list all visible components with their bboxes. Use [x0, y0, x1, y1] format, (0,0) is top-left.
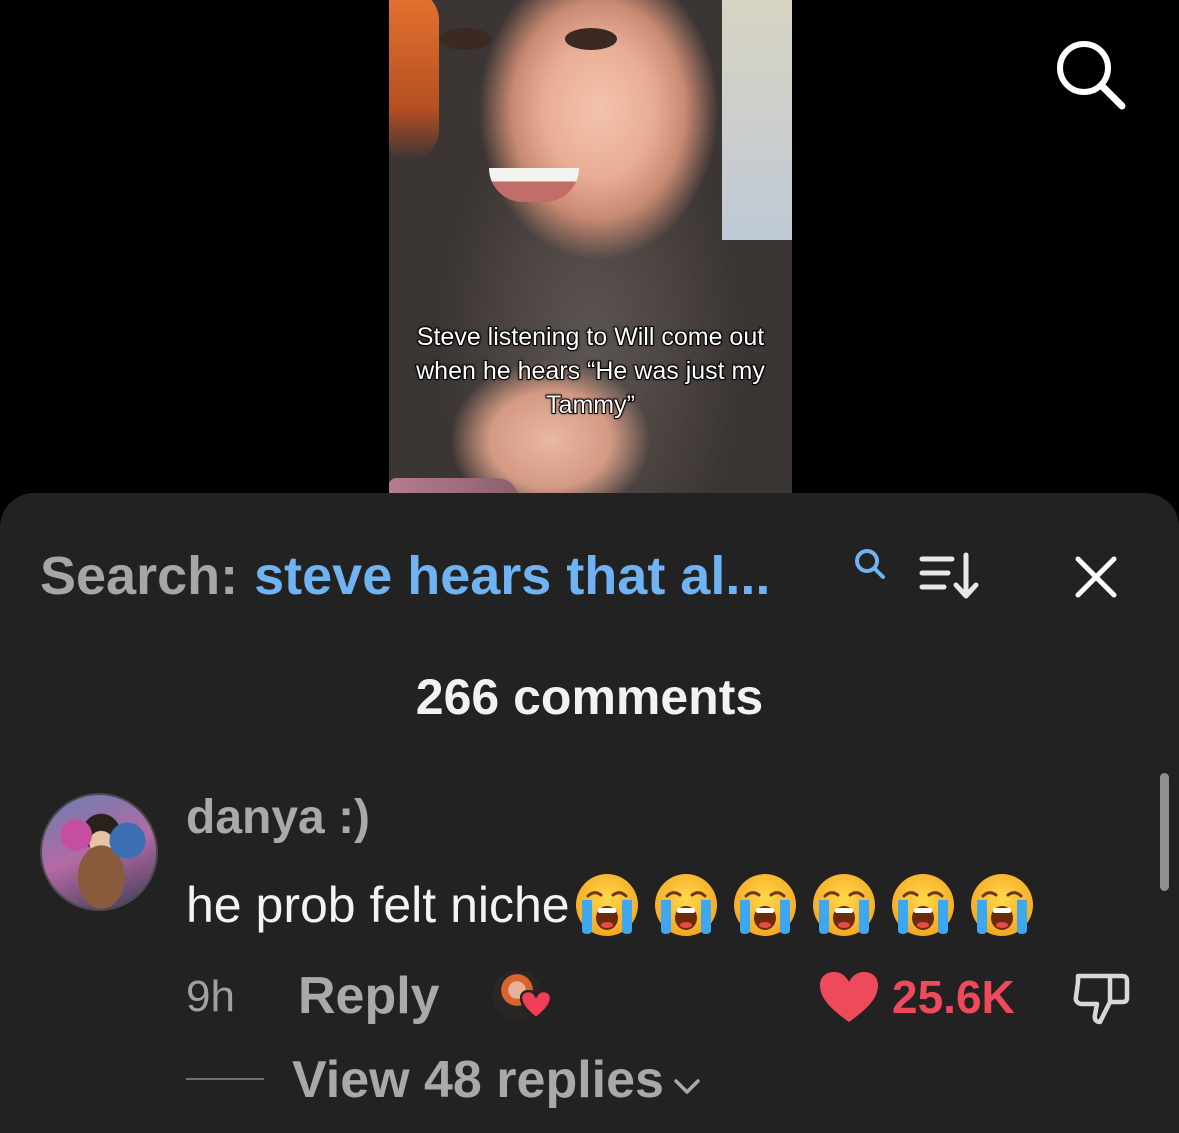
dislike-icon[interactable]	[1070, 970, 1132, 1026]
heart-icon	[520, 990, 552, 1020]
comment-text: he prob felt niche	[186, 877, 570, 933]
comment-count: 266 comments	[415, 669, 764, 725]
reply-button[interactable]: Reply	[298, 966, 440, 1026]
search-icon[interactable]	[852, 546, 888, 582]
like-button[interactable]: 25.6K	[818, 970, 1015, 1024]
search-label: Search:	[40, 546, 239, 606]
video-caption: Steve listening to Will come out when he…	[415, 322, 766, 420]
chevron-down-icon	[674, 1079, 700, 1094]
emoji-row	[574, 872, 1048, 938]
replies-divider	[186, 1078, 264, 1080]
crying-face-emoji	[890, 872, 956, 938]
search-query-link[interactable]: steve hears that al...	[254, 545, 770, 607]
search-icon[interactable]	[1052, 36, 1128, 112]
crying-face-emoji	[811, 872, 877, 938]
search-header[interactable]: Search: steve hears that al...	[40, 546, 770, 606]
video-preview[interactable]: Steve listening to Will come out when he…	[389, 0, 792, 500]
crying-face-emoji	[574, 872, 640, 938]
creator-liked-badge	[490, 968, 552, 1024]
scrollbar[interactable]	[1160, 773, 1169, 891]
crying-face-emoji	[969, 872, 1035, 938]
video-eye-right	[565, 28, 617, 50]
view-replies-label: View 48 replies	[292, 1051, 664, 1109]
video-background-wall	[722, 0, 792, 240]
comment-timestamp: 9h	[186, 972, 235, 1021]
comment-body: he prob felt niche	[186, 872, 1048, 938]
close-icon[interactable]	[1072, 553, 1120, 601]
crying-face-emoji	[653, 872, 719, 938]
avatar[interactable]	[40, 793, 158, 911]
sort-icon[interactable]	[918, 551, 982, 601]
video-mouth	[489, 168, 579, 202]
video-eye-left	[439, 28, 491, 50]
heart-icon	[820, 972, 878, 1022]
view-replies-button[interactable]: View 48 replies	[292, 1050, 702, 1110]
crying-face-emoji	[732, 872, 798, 938]
video-hair	[389, 0, 439, 160]
like-count: 25.6K	[892, 971, 1015, 1023]
comment-username[interactable]: danya :)	[186, 790, 370, 845]
